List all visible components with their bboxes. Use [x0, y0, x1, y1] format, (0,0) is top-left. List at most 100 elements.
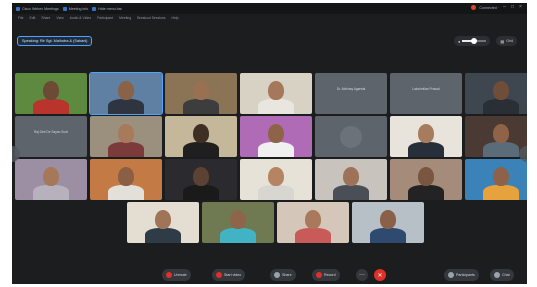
record-button[interactable]: Record [312, 269, 340, 281]
participant-tile[interactable] [90, 116, 162, 157]
grid-icon: ▦ [500, 38, 505, 44]
hide-menu-label: Hide menu bar [98, 6, 122, 11]
participant-face [305, 210, 321, 229]
start-video-label: Start video [224, 273, 242, 277]
menu-file[interactable]: File [18, 16, 23, 20]
minimize-button[interactable]: – [502, 5, 507, 10]
participant-body [483, 185, 519, 200]
participant-tile[interactable] [127, 202, 199, 243]
menu-participant[interactable]: Participant [97, 16, 113, 20]
maximize-button[interactable]: □ [510, 5, 515, 10]
menu-audio-video[interactable]: Audio & Video [70, 16, 91, 20]
window-controls: Connected · – □ × [471, 5, 523, 10]
meeting-controls-bar: Unmute Start video Share Record ··· ✕ Pa… [12, 266, 527, 284]
participant-tile[interactable] [465, 116, 527, 157]
more-options-button[interactable]: ··· [356, 269, 368, 281]
participant-tile[interactable] [15, 159, 87, 200]
participant-body [108, 99, 144, 114]
start-video-button[interactable]: Start video [212, 269, 246, 281]
layout-label: Grid [506, 39, 513, 43]
participant-face [418, 124, 434, 143]
participant-tile[interactable]: Dr. Abhinay Agarwal [315, 73, 387, 114]
participant-tile[interactable] [90, 159, 162, 200]
participant-tile[interactable]: Lakshmikar Prasad [390, 73, 462, 114]
webex-logo-icon [16, 6, 20, 11]
participant-name: Lakshmikar Prasad [412, 87, 440, 91]
unmute-label: Unmute [174, 273, 187, 277]
participant-body [258, 142, 294, 157]
meeting-window: Cisco Webex Meetings Meeting info Hide m… [12, 3, 527, 284]
active-speaker-indicator: Speaking: Rir Sgt. Malhotra & (Sahani) [17, 36, 93, 46]
participant-face [43, 167, 59, 186]
share-button[interactable]: Share [270, 269, 296, 281]
chat-icon [494, 272, 500, 278]
menu-view[interactable]: View [56, 16, 63, 20]
participant-face [268, 124, 284, 143]
participant-tile[interactable] [315, 159, 387, 200]
participant-face [193, 81, 209, 100]
record-icon [316, 272, 322, 278]
menu-share[interactable]: Share [41, 16, 50, 20]
connection-label: Connected · [479, 5, 499, 10]
participant-face [268, 81, 284, 100]
participant-body [145, 228, 181, 243]
participant-face [118, 167, 134, 186]
participant-name: Raj Deb De Sayan Sudr [33, 130, 69, 134]
menu-breakout-sessions[interactable]: Breakout Sessions [137, 16, 165, 20]
participant-tile[interactable] [165, 159, 237, 200]
participant-tile[interactable] [202, 202, 274, 243]
participant-face [380, 210, 396, 229]
participant-body [370, 228, 406, 243]
participant-tile[interactable] [390, 116, 462, 157]
participant-tile[interactable] [315, 116, 387, 157]
slider-track[interactable] [462, 38, 487, 44]
microphone-muted-icon [166, 272, 172, 278]
participant-tile[interactable] [352, 202, 424, 243]
participant-tile[interactable] [390, 159, 462, 200]
participant-body [408, 185, 444, 200]
participant-tile[interactable] [165, 73, 237, 114]
menu-meeting[interactable]: Meeting [119, 16, 131, 20]
participant-body [483, 99, 519, 114]
participant-tile[interactable] [89, 72, 163, 115]
hide-menu-bar-button[interactable]: Hide menu bar [92, 6, 122, 11]
layout-button[interactable]: ▦ Grid [496, 36, 517, 46]
menu-help[interactable]: Help [172, 16, 179, 20]
app-title: Cisco Webex Meetings [16, 6, 59, 11]
participant-body [258, 99, 294, 114]
participant-tile[interactable] [465, 73, 527, 114]
participant-tile[interactable] [240, 159, 312, 200]
participant-face [193, 124, 209, 143]
participant-body [258, 185, 294, 200]
participant-face [493, 167, 509, 186]
participants-button[interactable]: Participants [444, 269, 479, 281]
participant-face [343, 167, 359, 186]
participant-face [118, 124, 134, 143]
participant-tile[interactable] [165, 116, 237, 157]
participant-tile[interactable] [240, 73, 312, 114]
chat-button[interactable]: Chat [490, 269, 514, 281]
person-icon: ● [458, 38, 461, 44]
video-size-slider[interactable]: ● [454, 36, 491, 46]
participant-face [493, 81, 509, 100]
participant-body [108, 142, 144, 157]
participant-tile[interactable] [240, 116, 312, 157]
participant-body [483, 142, 519, 157]
share-label: Share [282, 273, 292, 277]
meeting-info-tab[interactable]: Meeting info [62, 6, 88, 11]
end-meeting-button[interactable]: ✕ [374, 269, 386, 281]
app-title-text: Cisco Webex Meetings [22, 6, 59, 11]
unmute-button[interactable]: Unmute [162, 269, 191, 281]
close-window-button[interactable]: × [518, 5, 523, 10]
camera-off-icon [216, 272, 222, 278]
participant-tile[interactable]: Raj Deb De Sayan Sudr [15, 116, 87, 157]
participant-tile[interactable] [277, 202, 349, 243]
menu-edit[interactable]: Edit [29, 16, 35, 20]
participant-tile[interactable] [465, 159, 527, 200]
slider-handle[interactable] [471, 38, 478, 44]
participant-body [183, 142, 219, 157]
participant-body [33, 99, 69, 114]
participant-body [183, 99, 219, 114]
participants-label: Participants [456, 273, 475, 277]
participant-tile[interactable] [15, 73, 87, 114]
